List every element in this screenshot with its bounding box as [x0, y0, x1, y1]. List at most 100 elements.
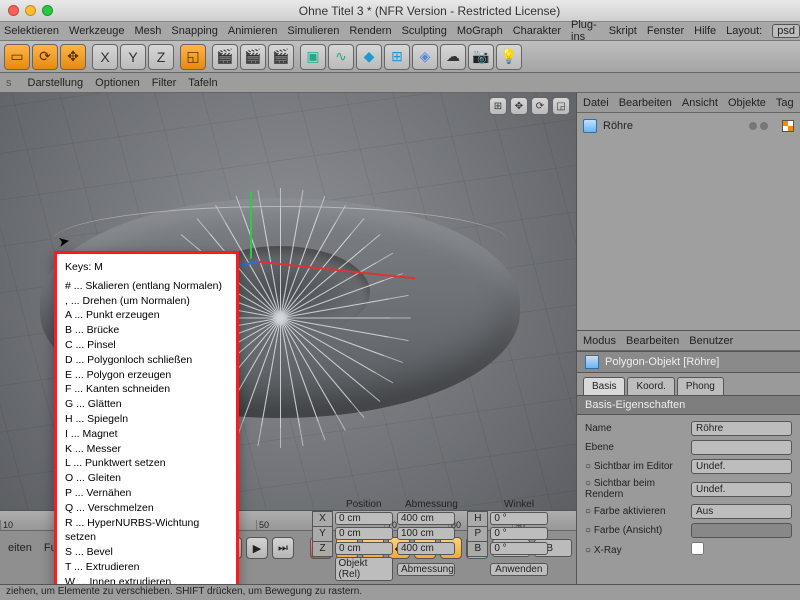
dim-mode-dropdown[interactable]: Abmessung: [397, 563, 455, 576]
menu-item[interactable]: Mesh: [134, 25, 161, 37]
attr-menu[interactable]: Modus: [583, 335, 616, 347]
coord-mode-dropdown[interactable]: Objekt (Rel): [335, 557, 393, 581]
view-menu-item[interactable]: Darstellung: [28, 77, 84, 89]
primitive-cube-icon[interactable]: ▣: [300, 44, 326, 70]
move-tool-icon[interactable]: ✥: [60, 44, 86, 70]
ang-p-field[interactable]: 0 °: [490, 527, 548, 540]
shortcut-item: # ... Skalieren (entlang Normalen): [65, 279, 228, 294]
xray-checkbox[interactable]: [691, 542, 704, 555]
menu-item[interactable]: MoGraph: [457, 25, 503, 37]
pos-y-field[interactable]: 0 cm: [335, 527, 393, 540]
viewport-3d[interactable]: ⊞ ✥ ⟳ ◲ ➤ Keys: M # ... Skalieren (entla…: [0, 93, 576, 584]
mouse-cursor-icon: ➤: [57, 232, 72, 251]
menu-item[interactable]: Animieren: [228, 25, 278, 37]
popup-title: Keys: M: [65, 260, 228, 275]
menu-item[interactable]: Skript: [609, 25, 637, 37]
pos-z-field[interactable]: 0 cm: [335, 542, 393, 555]
coordinate-system-icon[interactable]: ◱: [180, 44, 206, 70]
objmgr-tab[interactable]: Ansicht: [682, 97, 718, 109]
field-label: ○ Farbe (Ansicht): [585, 525, 685, 536]
menu-item[interactable]: Sculpting: [402, 25, 447, 37]
ang-h-field[interactable]: 0 °: [490, 512, 548, 525]
array-icon[interactable]: ⊞: [384, 44, 410, 70]
viewport-menubar: s Darstellung Optionen Filter Tafeln: [0, 73, 800, 93]
field-label: ○ X-Ray: [585, 545, 685, 556]
object-manager[interactable]: Röhre: [577, 113, 800, 331]
rotate-tool-icon[interactable]: ⟳: [32, 44, 58, 70]
shortcut-item: C ... Pinsel: [65, 338, 228, 353]
dim-z-field[interactable]: 400 cm: [397, 542, 455, 555]
menu-item[interactable]: Snapping: [171, 25, 218, 37]
menu-item[interactable]: Werkzeuge: [69, 25, 124, 37]
window-close-button[interactable]: [8, 5, 19, 16]
viewport-nav-icon[interactable]: ⟳: [531, 97, 549, 115]
menu-item[interactable]: Simulieren: [287, 25, 339, 37]
objmgr-tab[interactable]: Objekte: [728, 97, 766, 109]
shortcut-item: T ... Extrudieren: [65, 560, 228, 575]
axis-y-icon[interactable]: [250, 191, 252, 259]
axis-z-toggle[interactable]: Z: [148, 44, 174, 70]
shortcut-item: D ... Polygonloch schließen: [65, 353, 228, 368]
axis-x-toggle[interactable]: X: [92, 44, 118, 70]
attr-menu[interactable]: Benutzer: [689, 335, 733, 347]
light-icon[interactable]: 💡: [496, 44, 522, 70]
attr-menu[interactable]: Bearbeiten: [626, 335, 679, 347]
menu-item[interactable]: Selektieren: [4, 25, 59, 37]
spline-icon[interactable]: ∿: [328, 44, 354, 70]
viewport-nav-icon[interactable]: ✥: [510, 97, 528, 115]
name-field[interactable]: Röhre: [691, 421, 792, 436]
dim-y-field[interactable]: 100 cm: [397, 527, 455, 540]
camera-icon[interactable]: 📷: [468, 44, 494, 70]
attr-subtab-koord[interactable]: Koord.: [627, 377, 674, 395]
menu-item[interactable]: Fenster: [647, 25, 684, 37]
window-zoom-button[interactable]: [42, 5, 53, 16]
view-menu-item[interactable]: Optionen: [95, 77, 140, 89]
menu-item[interactable]: Rendern: [349, 25, 391, 37]
render-view-icon[interactable]: 🎬: [212, 44, 238, 70]
viewport-nav-icon[interactable]: ⊞: [489, 97, 507, 115]
attr-subtab-phong[interactable]: Phong: [677, 377, 724, 395]
environment-icon[interactable]: ☁: [440, 44, 466, 70]
pos-x-field[interactable]: 0 cm: [335, 512, 393, 525]
object-row[interactable]: Röhre: [583, 117, 794, 135]
layer-field[interactable]: [691, 440, 792, 455]
objmgr-tab[interactable]: Datei: [583, 97, 609, 109]
goto-end-button[interactable]: ⏭: [272, 537, 294, 559]
axis-y-toggle[interactable]: Y: [120, 44, 146, 70]
status-bar: ziehen, um Elemente zu verschieben. SHIF…: [0, 584, 800, 600]
object-name[interactable]: Röhre: [603, 120, 633, 132]
ang-b-field[interactable]: 0 °: [490, 542, 548, 555]
menu-item[interactable]: Charakter: [513, 25, 561, 37]
dim-x-field[interactable]: 400 cm: [397, 512, 455, 525]
col-dimension: Abmessung: [395, 498, 468, 511]
color-swatch[interactable]: [691, 523, 792, 538]
phong-tag-icon[interactable]: [782, 120, 794, 132]
deformer-icon[interactable]: ◈: [412, 44, 438, 70]
shortcut-item: O ... Gleiten: [65, 471, 228, 486]
vis-editor-dropdown[interactable]: Undef.: [691, 459, 792, 474]
objmgr-tab[interactable]: Tag: [776, 97, 794, 109]
attr-title: Polygon-Objekt [Röhre]: [605, 356, 719, 368]
col-position: Position: [333, 498, 396, 511]
view-menu-item[interactable]: Tafeln: [188, 77, 217, 89]
tube-object-icon: [583, 119, 597, 133]
vis-render-dropdown[interactable]: Undef.: [691, 482, 792, 497]
right-panel: Datei Bearbeiten Ansicht Objekte Tag Röh…: [576, 93, 800, 584]
menu-item[interactable]: Plug-ins: [571, 19, 599, 43]
viewport-nav-icon[interactable]: ◲: [552, 97, 570, 115]
field-label: Name: [585, 423, 685, 434]
render-settings-icon[interactable]: 🎬: [268, 44, 294, 70]
window-minimize-button[interactable]: [25, 5, 36, 16]
objmgr-tab[interactable]: Bearbeiten: [619, 97, 672, 109]
nurbs-icon[interactable]: ◆: [356, 44, 382, 70]
layout-dropdown[interactable]: psd: [772, 24, 800, 38]
view-menu-item[interactable]: Filter: [152, 77, 176, 89]
select-tool-icon[interactable]: ▭: [4, 44, 30, 70]
apply-button[interactable]: Anwenden: [490, 563, 548, 576]
attr-subtab-basis[interactable]: Basis: [583, 377, 625, 395]
color-activate-dropdown[interactable]: Aus: [691, 504, 792, 519]
step-fwd-button[interactable]: ▶: [246, 537, 268, 559]
render-region-icon[interactable]: 🎬: [240, 44, 266, 70]
menu-item[interactable]: Hilfe: [694, 25, 716, 37]
tab-stub[interactable]: eiten: [4, 540, 36, 556]
